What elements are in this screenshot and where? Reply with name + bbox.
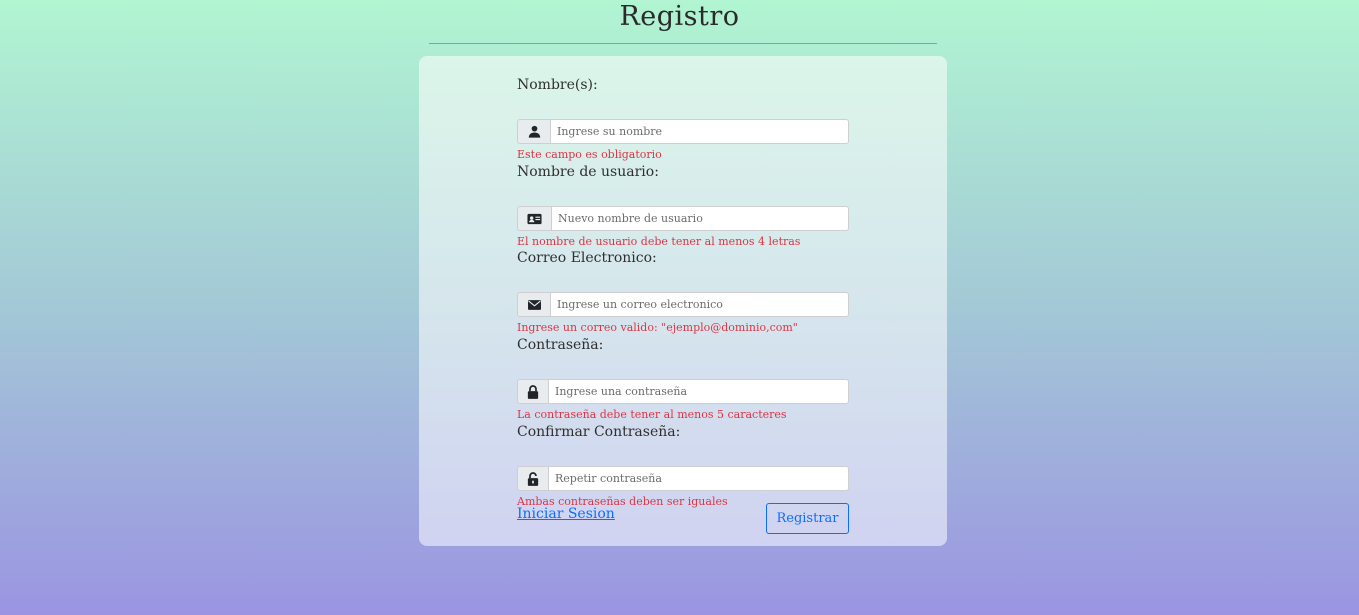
correo-input[interactable] bbox=[550, 292, 849, 317]
confirmar-input[interactable] bbox=[548, 466, 849, 491]
contrasena-input-group bbox=[517, 379, 849, 404]
lock-icon bbox=[517, 379, 548, 404]
correo-error: Ingrese un correo valido: "ejemplo@domin… bbox=[517, 321, 798, 334]
unlock-icon bbox=[517, 466, 548, 491]
nombre-label: Nombre(s): bbox=[517, 77, 598, 93]
envelope-icon bbox=[517, 292, 550, 317]
usuario-input-group bbox=[517, 206, 849, 231]
id-card-icon bbox=[517, 206, 551, 231]
contrasena-label: Contraseña: bbox=[517, 337, 604, 353]
contrasena-input[interactable] bbox=[548, 379, 849, 404]
nombre-input-group bbox=[517, 119, 849, 144]
user-icon bbox=[517, 119, 550, 144]
page-title: Registro bbox=[619, 1, 740, 32]
register-card: Nombre(s): Este campo es obligatorio Nom… bbox=[419, 56, 947, 546]
usuario-label: Nombre de usuario: bbox=[517, 164, 659, 180]
register-button[interactable]: Registrar bbox=[766, 503, 849, 534]
confirmar-label: Confirmar Contraseña: bbox=[517, 424, 681, 440]
nombre-input[interactable] bbox=[550, 119, 849, 144]
correo-label: Correo Electronico: bbox=[517, 250, 657, 266]
nombre-error: Este campo es obligatorio bbox=[517, 148, 662, 161]
correo-input-group bbox=[517, 292, 849, 317]
usuario-error: El nombre de usuario debe tener al menos… bbox=[517, 235, 801, 248]
usuario-input[interactable] bbox=[551, 206, 849, 231]
confirmar-input-group bbox=[517, 466, 849, 491]
login-link[interactable]: Iniciar Sesion bbox=[517, 505, 615, 523]
contrasena-error: La contraseña debe tener al menos 5 cara… bbox=[517, 408, 787, 421]
title-divider bbox=[429, 43, 937, 44]
